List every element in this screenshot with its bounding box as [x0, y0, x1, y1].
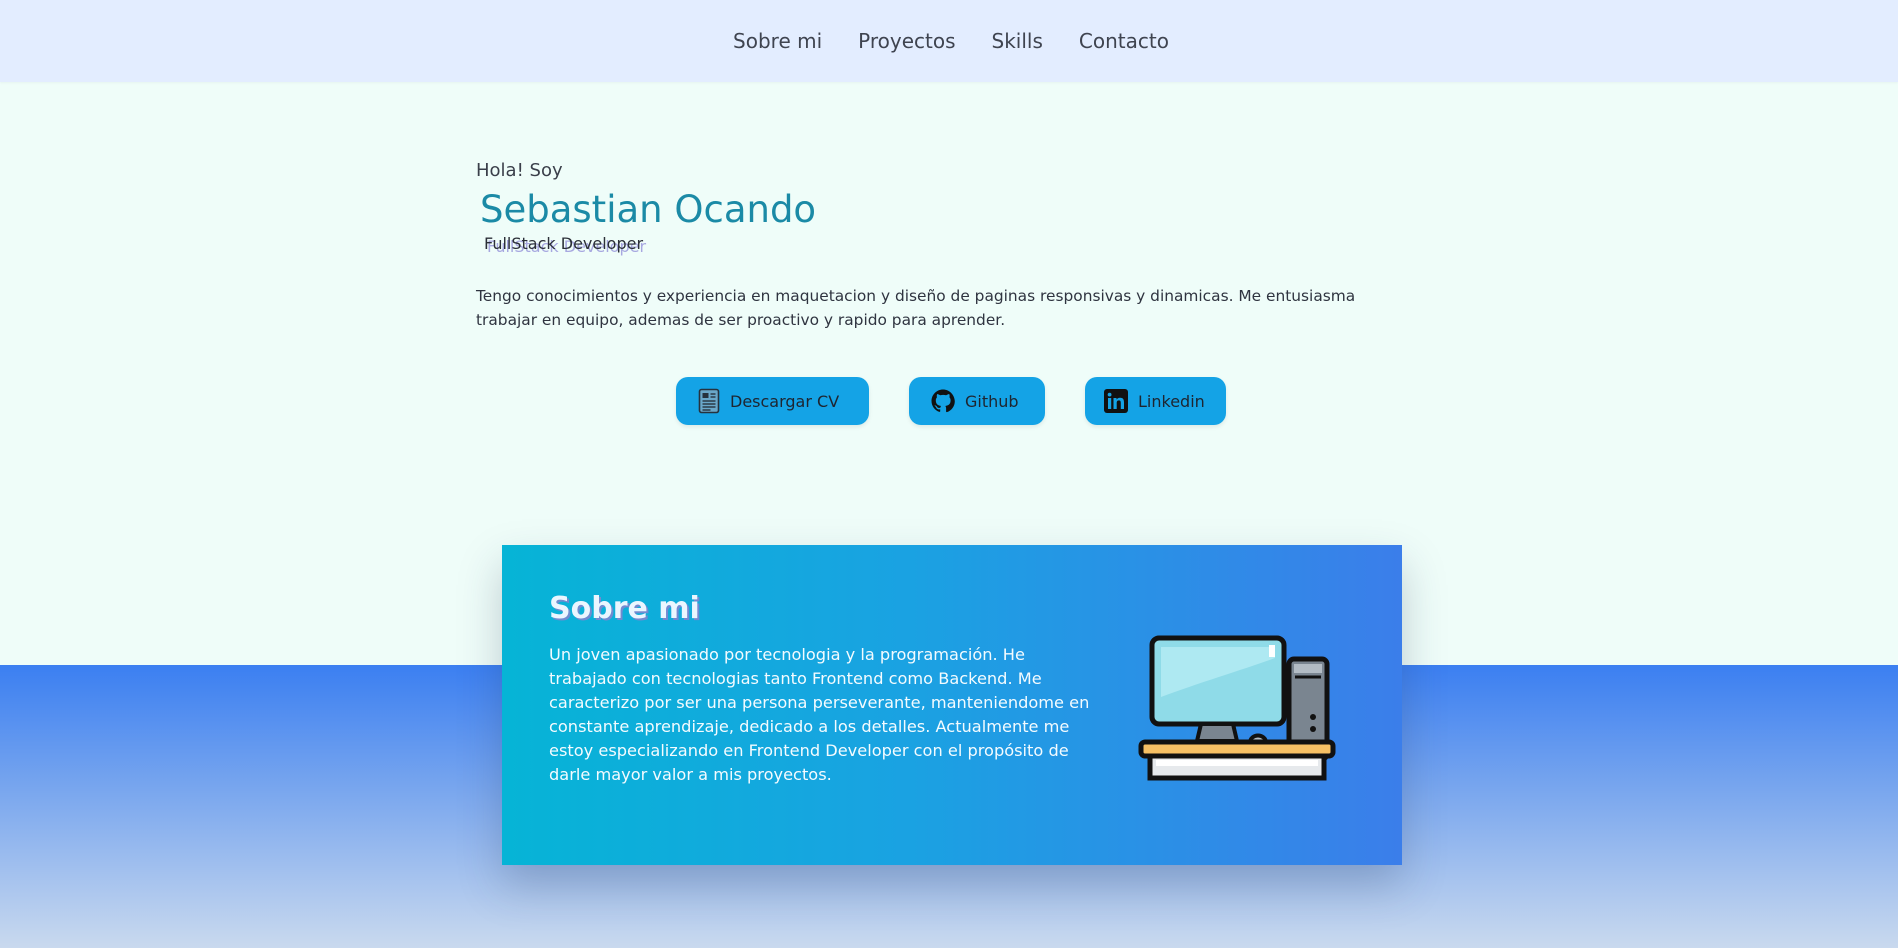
download-cv-label: Descargar CV — [730, 391, 840, 411]
hero-actions: Descargar CV Github Linkedin — [676, 377, 1226, 425]
download-cv-button[interactable]: Descargar CV — [676, 377, 869, 425]
github-icon — [931, 389, 955, 413]
nav-link-proyectos[interactable]: Proyectos — [858, 29, 955, 53]
hero-section: Hola! Soy Sebastian Ocando FullStack Dev… — [476, 150, 1416, 332]
github-label: Github — [965, 391, 1019, 411]
github-button[interactable]: Github — [909, 377, 1045, 425]
hero-role-text: FullStack Developer — [484, 233, 644, 253]
top-nav: Sobre mi Proyectos Skills Contacto — [0, 0, 1898, 82]
nav-link-skills[interactable]: Skills — [992, 29, 1043, 53]
hero-role: FullStack Developer FullStack Developer — [484, 234, 1416, 256]
linkedin-icon — [1104, 389, 1128, 413]
desktop-computer-icon — [1138, 633, 1338, 787]
linkedin-button[interactable]: Linkedin — [1085, 377, 1226, 425]
about-card: Sobre mi Un joven apasionado por tecnolo… — [502, 545, 1402, 865]
hero-greeting: Hola! Soy — [476, 160, 563, 181]
hero-name: Sebastian Ocando — [480, 188, 817, 231]
hero-description: Tengo conocimientos y experiencia en maq… — [476, 286, 1356, 329]
linkedin-label: Linkedin — [1138, 391, 1205, 411]
nav-link-sobre-mi[interactable]: Sobre mi — [733, 29, 822, 53]
about-title: Sobre mi — [549, 591, 700, 626]
document-icon — [698, 388, 720, 414]
nav-link-contacto[interactable]: Contacto — [1079, 29, 1169, 53]
about-text: Un joven apasionado por tecnologia y la … — [549, 645, 1090, 784]
